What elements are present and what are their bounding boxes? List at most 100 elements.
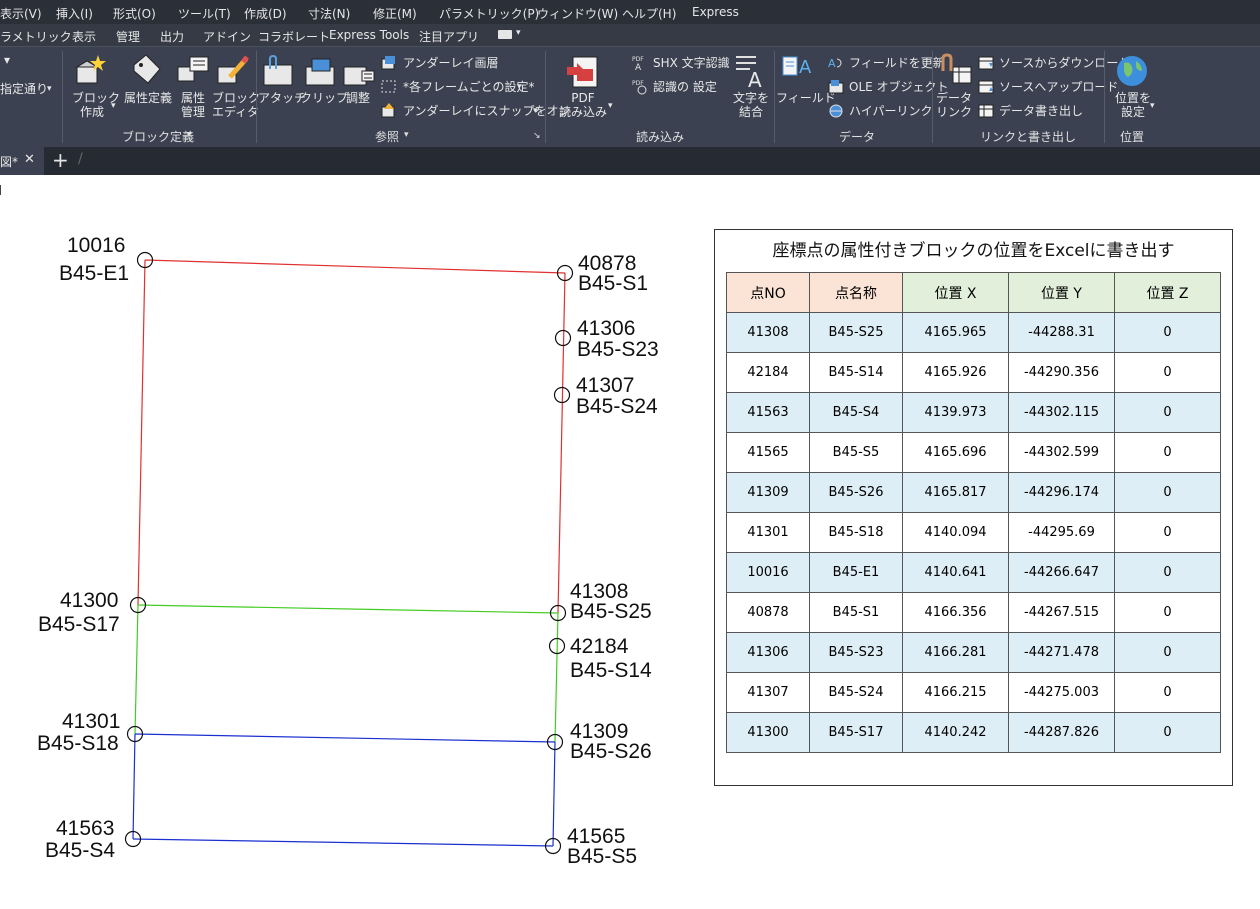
- table-cell: 4140.094: [902, 512, 1009, 553]
- divider: [1104, 51, 1105, 143]
- table-cell: B45-S17: [809, 712, 903, 753]
- boundary-line: [134, 733, 556, 743]
- table-cell: 0: [1114, 512, 1221, 553]
- point-name-label: B45-S25: [570, 600, 652, 623]
- point-no-label: 41300: [60, 589, 119, 612]
- boundary-line: [132, 838, 554, 847]
- table-title: 座標点の属性付きブロックの位置をExcelに書き出す: [772, 241, 1175, 261]
- point-name-label: B45-S17: [38, 613, 120, 636]
- table-cell: 10016: [726, 552, 810, 593]
- field-icon[interactable]: A: [781, 53, 817, 83]
- point-no-label: 41306: [577, 317, 636, 340]
- boundary-line: [132, 733, 136, 840]
- table-row: 41565 B45-S5 4165.696 -44302.599 0: [726, 432, 1221, 473]
- data-extraction-icon[interactable]: [978, 103, 996, 119]
- panel-title-location[interactable]: 位置: [1120, 128, 1144, 145]
- point-name-label: B45-S1: [578, 272, 649, 295]
- table-cell: 4166.356: [902, 592, 1009, 633]
- table-cell: 4165.965: [902, 312, 1009, 353]
- header-cell: 位置 Z: [1114, 272, 1221, 313]
- table-cell: -44287.826: [1008, 712, 1115, 753]
- header-cell: 点名称: [809, 272, 903, 313]
- table-cell: -44296.174: [1008, 472, 1115, 513]
- hyperlink-icon[interactable]: [828, 103, 846, 119]
- point-name-label: B45-S4: [45, 839, 116, 862]
- table-cell: 4166.215: [902, 672, 1009, 713]
- data-link-icon[interactable]: [937, 53, 973, 87]
- data-link-label-2[interactable]: リンク: [933, 105, 975, 119]
- table-cell: B45-S5: [809, 432, 903, 473]
- table-cell: 0: [1114, 352, 1221, 393]
- header-cell: 位置 Y: [1008, 272, 1115, 313]
- upload-source-icon[interactable]: [978, 79, 996, 95]
- table-cell: B45-S1: [809, 592, 903, 633]
- update-fields-button[interactable]: フィールドを更新: [849, 56, 945, 70]
- header-cell: 点NO: [726, 272, 810, 313]
- point-no-label: 41308: [570, 580, 629, 603]
- table-row: 41563 B45-S4 4139.973 -44302.115 0: [726, 392, 1221, 433]
- panel-title-link-extract[interactable]: リンクと書き出し: [980, 128, 1076, 145]
- table-cell: 0: [1114, 432, 1221, 473]
- table-cell: B45-S25: [809, 312, 903, 353]
- table-cell: 41300: [726, 712, 810, 753]
- field-label[interactable]: フィールド: [776, 91, 836, 105]
- table-row: 41300 B45-S17 4140.242 -44287.826 0: [726, 712, 1221, 753]
- data-link-label-1[interactable]: データ: [933, 91, 975, 105]
- table-cell: 41565: [726, 432, 810, 473]
- svg-text:A: A: [828, 57, 836, 70]
- coordinate-table-frame[interactable]: 座標点の属性付きブロックの位置をExcelに書き出す 点NO 点名称 位置 X …: [714, 229, 1233, 786]
- table-cell: B45-S18: [809, 512, 903, 553]
- table-cell: 41306: [726, 632, 810, 673]
- point-no-label: 40878: [578, 252, 637, 275]
- header-cell: 位置 X: [902, 272, 1009, 313]
- globe-icon[interactable]: [1114, 53, 1150, 89]
- point-name-label: B45-S23: [577, 338, 659, 361]
- point-name-label: B45-E1: [59, 262, 130, 285]
- table-cell: 4165.817: [902, 472, 1009, 513]
- download-source-icon[interactable]: [978, 55, 996, 71]
- point-no-label: 41563: [56, 817, 115, 840]
- boundary-line: [144, 259, 566, 274]
- combine-text-label-1[interactable]: 文字を: [730, 91, 772, 105]
- point-no-label: 42184: [570, 635, 629, 658]
- table-cell: B45-S4: [809, 392, 903, 433]
- table-cell: 4165.696: [902, 432, 1009, 473]
- table-cell: B45-E1: [809, 552, 903, 593]
- download-from-source-button[interactable]: ソースからダウンロード: [999, 56, 1130, 70]
- table-cell: -44275.003: [1008, 672, 1115, 713]
- table-cell: 0: [1114, 672, 1221, 713]
- update-fields-icon[interactable]: A: [828, 55, 846, 71]
- table-cell: -44288.31: [1008, 312, 1115, 353]
- table-cell: B45-S24: [809, 672, 903, 713]
- table-cell: 4166.281: [902, 632, 1009, 673]
- point-name-label: B45-S26: [570, 740, 652, 763]
- table-cell: 0: [1114, 712, 1221, 753]
- panel-title-data[interactable]: データ: [839, 128, 875, 145]
- table-row: 41308 B45-S25 4165.965 -44288.31 0: [726, 312, 1221, 353]
- hyperlink-button[interactable]: ハイパーリンク: [849, 104, 933, 118]
- table-cell: -44271.478: [1008, 632, 1115, 673]
- table-cell: 0: [1114, 312, 1221, 353]
- point-no-label: 41565: [567, 825, 626, 848]
- table-header-row: 点NO 点名称 位置 X 位置 Y 位置 Z: [726, 272, 1221, 313]
- svg-text:A: A: [799, 57, 812, 78]
- table-cell: 42184: [726, 352, 810, 393]
- chevron-down-icon[interactable]: ▾: [1150, 99, 1155, 113]
- upload-to-source-button[interactable]: ソースへアップロード: [999, 80, 1118, 94]
- data-extraction-button[interactable]: データ書き出し: [999, 104, 1083, 118]
- point-no-label: 41309: [570, 720, 629, 743]
- combine-text-icon[interactable]: A: [734, 53, 768, 89]
- ole-object-icon[interactable]: [828, 79, 846, 95]
- table-row: 41307 B45-S24 4166.215 -44275.003 0: [726, 672, 1221, 713]
- table-cell: B45-S14: [809, 352, 903, 393]
- table-row: 41309 B45-S26 4165.817 -44296.174 0: [726, 472, 1221, 513]
- boundary-line: [554, 612, 559, 743]
- table-cell: B45-S23: [809, 632, 903, 673]
- table-row: 40878 B45-S1 4166.356 -44267.515 0: [726, 592, 1221, 633]
- table-cell: -44266.647: [1008, 552, 1115, 593]
- table-cell: -44267.515: [1008, 592, 1115, 633]
- point-name-label: B45-S24: [576, 395, 658, 418]
- table-row: 10016 B45-E1 4140.641 -44266.647 0: [726, 552, 1221, 593]
- combine-text-label-2[interactable]: 結合: [730, 105, 772, 119]
- table-cell: 41563: [726, 392, 810, 433]
